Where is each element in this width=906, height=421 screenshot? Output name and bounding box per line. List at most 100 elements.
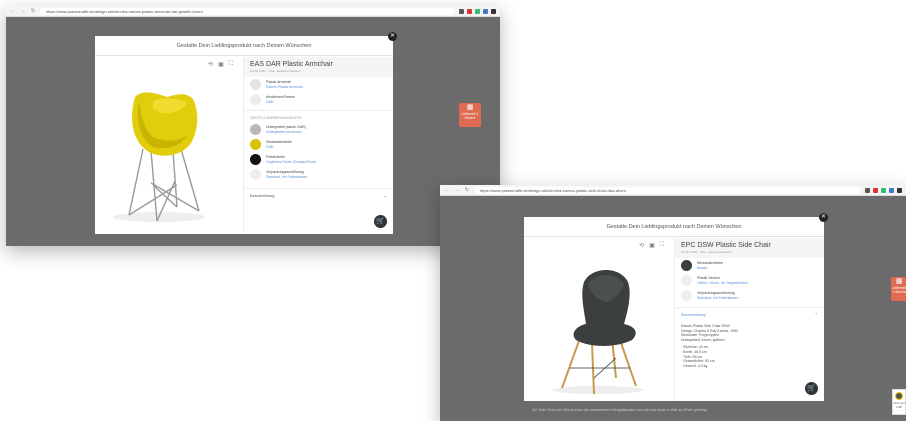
extension-icon[interactable]	[881, 187, 886, 193]
option-swatch	[250, 169, 261, 180]
viewer-toolbar: ⟲ ▣ ⛶	[208, 61, 233, 68]
option-row[interactable]: Sitzschalenfarbe Gelb	[244, 137, 393, 152]
back-icon[interactable]: ←	[10, 8, 16, 14]
address-bar[interactable]: https://www.prasschaffe.de/design-stühle…	[474, 186, 861, 194]
fullscreen-icon[interactable]: ⛶	[229, 61, 233, 68]
option-row[interactable]: Polsterfarbe Ungleichz Farbe (Schwarz/Sol…	[244, 152, 393, 167]
trusted-rating: Sehr gut 4.86	[893, 401, 905, 409]
option-row[interactable]: Plastic Armchair Eames Plastic Armchair	[244, 77, 393, 92]
option-label: Sitzschalenfarbe	[697, 261, 723, 265]
product-title: EAS DAR Plastic Armchair	[250, 61, 333, 68]
options-panel: EPC DSW Plastic Side Chair Art.Nr. DSW ·…	[674, 238, 824, 401]
rotate-icon[interactable]: ⟲	[208, 61, 213, 68]
option-swatch	[681, 290, 692, 301]
browser-toolbar: ← → ↻ https://www.prasschaffe.de/design-…	[6, 6, 500, 17]
reload-icon[interactable]: ↻	[30, 8, 36, 14]
product-header: EAS DAR Plastic Armchair Art.Nr. DSR · V…	[244, 57, 393, 77]
extension-icon[interactable]	[873, 187, 878, 193]
description-text: Eames Plastic Side Chair DSW Design: Cha…	[675, 321, 824, 371]
delivery-badge[interactable]: Lieferzeit 1 Woche	[459, 103, 481, 127]
extension-icon[interactable]	[475, 8, 480, 14]
reload-icon[interactable]: ↻	[464, 187, 470, 193]
description-line: · Gewicht: 4,3 kg	[681, 363, 708, 368]
option-swatch	[250, 79, 261, 90]
option-value: Basalt	[697, 265, 707, 270]
close-icon[interactable]: ✕	[819, 213, 828, 222]
configurator-modal: Gestalte Dein Lieblingsprodukt nach Dein…	[95, 32, 397, 234]
option-value: Gelb	[266, 99, 274, 104]
option-value: Gleiter / Ahorn, für Teppichböden	[697, 280, 749, 285]
fullscreen-icon[interactable]: ⛶	[660, 242, 664, 249]
forward-icon[interactable]: →	[20, 8, 26, 14]
menu-icon[interactable]	[491, 8, 496, 14]
screenshot-side-chair: ← → ↻ https://www.prasschaffe.de/design-…	[440, 185, 906, 421]
extension-icon[interactable]	[483, 8, 488, 14]
modal-title: Gestalte Dein Lieblingsprodukt nach Dein…	[95, 36, 393, 56]
product-header: EPC DSW Plastic Side Chair Art.Nr. DSW ·…	[675, 238, 824, 258]
option-row[interactable]: Plastik Version Gleiter / Ahorn, für Tepp…	[675, 273, 824, 288]
extension-icon[interactable]	[865, 187, 870, 193]
option-swatch	[250, 94, 261, 105]
extension-icon[interactable]	[467, 8, 472, 14]
forward-icon[interactable]: →	[454, 187, 460, 193]
side-chair-image	[552, 270, 644, 395]
rotate-icon[interactable]: ⟲	[639, 242, 644, 249]
page-overlay: Der Plastic Armchair wurde für den inter…	[6, 17, 500, 246]
armchair-image	[113, 92, 205, 222]
trusted-shops-badge[interactable]: Sehr gut 4.86	[892, 389, 906, 415]
extension-icon[interactable]	[459, 8, 464, 14]
description-label: Beschreibung	[681, 312, 706, 317]
cart-button[interactable]: 🛒	[805, 382, 818, 395]
description-label: Beschreibung	[250, 193, 275, 198]
address-bar[interactable]: https://www.prasschaffe.de/design-stühle…	[40, 7, 455, 15]
browser-toolbar: ← → ↻ https://www.prasschaffe.de/design-…	[440, 185, 906, 196]
product-viewer[interactable]: ⟲ ▣ ⛶	[524, 238, 674, 401]
product-viewer[interactable]: ⟲ ▣ ⛶	[95, 57, 243, 234]
product-title: EPC DSW Plastic Side Chair	[681, 242, 771, 249]
section-heading: GESTELL/FARBEN/VARIANTEN	[244, 110, 393, 122]
camera-icon[interactable]: ▣	[218, 61, 224, 68]
option-row[interactable]: Armlehnen/Farben Gelb	[244, 92, 393, 107]
option-label: Untergestell (stand: DAR)	[266, 125, 306, 129]
option-swatch	[681, 260, 692, 271]
configurator-modal: Gestalte Dein Lieblingsprodukt nach Dein…	[524, 213, 828, 401]
description-toggle[interactable]: Beschreibung ⌄	[244, 188, 393, 202]
camera-icon[interactable]: ▣	[649, 242, 655, 249]
close-icon[interactable]: ✕	[388, 32, 397, 41]
option-label: Sitzschalenfarbe	[266, 140, 292, 144]
option-value: Untergestell verchromt	[266, 129, 302, 134]
extension-icons	[459, 8, 496, 14]
option-swatch	[250, 154, 261, 165]
extension-icon[interactable]	[889, 187, 894, 193]
option-value: Ungleichz Farbe (Schwarz/Sole)	[266, 159, 317, 164]
option-swatch	[250, 124, 261, 135]
extension-icons	[865, 187, 902, 193]
option-row[interactable]: Sitzschalenfarbe Basalt	[675, 258, 824, 273]
description-toggle[interactable]: Beschreibung ⌃	[675, 307, 824, 321]
option-label: Verpackungsausführung	[697, 291, 735, 295]
option-row[interactable]: Verpackungsausführung Standard, mit Falte…	[244, 167, 393, 182]
option-row[interactable]: Verpackungsausführung Standard, mit Falte…	[675, 288, 824, 303]
delivery-badge[interactable]: Lieferzeit 1 Woche	[891, 277, 906, 301]
option-value: Eames Plastic Armchair	[266, 84, 303, 89]
screenshot-armchair: ← → ↻ https://www.prasschaffe.de/design-…	[6, 6, 500, 246]
product-subtitle: Art.Nr. DSR · Vitra · Eames Collection	[250, 69, 301, 73]
option-swatch	[681, 275, 692, 286]
option-row[interactable]: Untergestell (stand: DAR) Untergestell ve…	[244, 122, 393, 137]
page-overlay: Der Side Chair von Vitra ist einer der b…	[440, 196, 906, 421]
option-label: Verpackungsausführung	[266, 170, 304, 174]
trusted-seal-icon	[895, 392, 903, 400]
option-value: Standard, mit Faltenkissen	[266, 174, 308, 179]
background-text: Der Side Chair von Vitra ist einer der b…	[532, 408, 708, 412]
chevron-down-icon: ⌄	[383, 193, 387, 198]
viewer-toolbar: ⟲ ▣ ⛶	[639, 242, 664, 249]
option-value: Standard, mit Faltenkissen	[697, 295, 739, 300]
back-icon[interactable]: ←	[444, 187, 450, 193]
modal-title: Gestalte Dein Lieblingsprodukt nach Dein…	[524, 217, 824, 237]
option-label: Armlehnen/Farben	[266, 95, 295, 99]
product-subtitle: Art.Nr. DSW · Vitra · Eames Collection	[681, 250, 733, 254]
cart-button[interactable]: 🛒	[374, 215, 387, 228]
chevron-up-icon: ⌃	[814, 312, 818, 317]
menu-icon[interactable]	[897, 187, 902, 193]
options-panel: EAS DAR Plastic Armchair Art.Nr. DSR · V…	[243, 57, 393, 234]
